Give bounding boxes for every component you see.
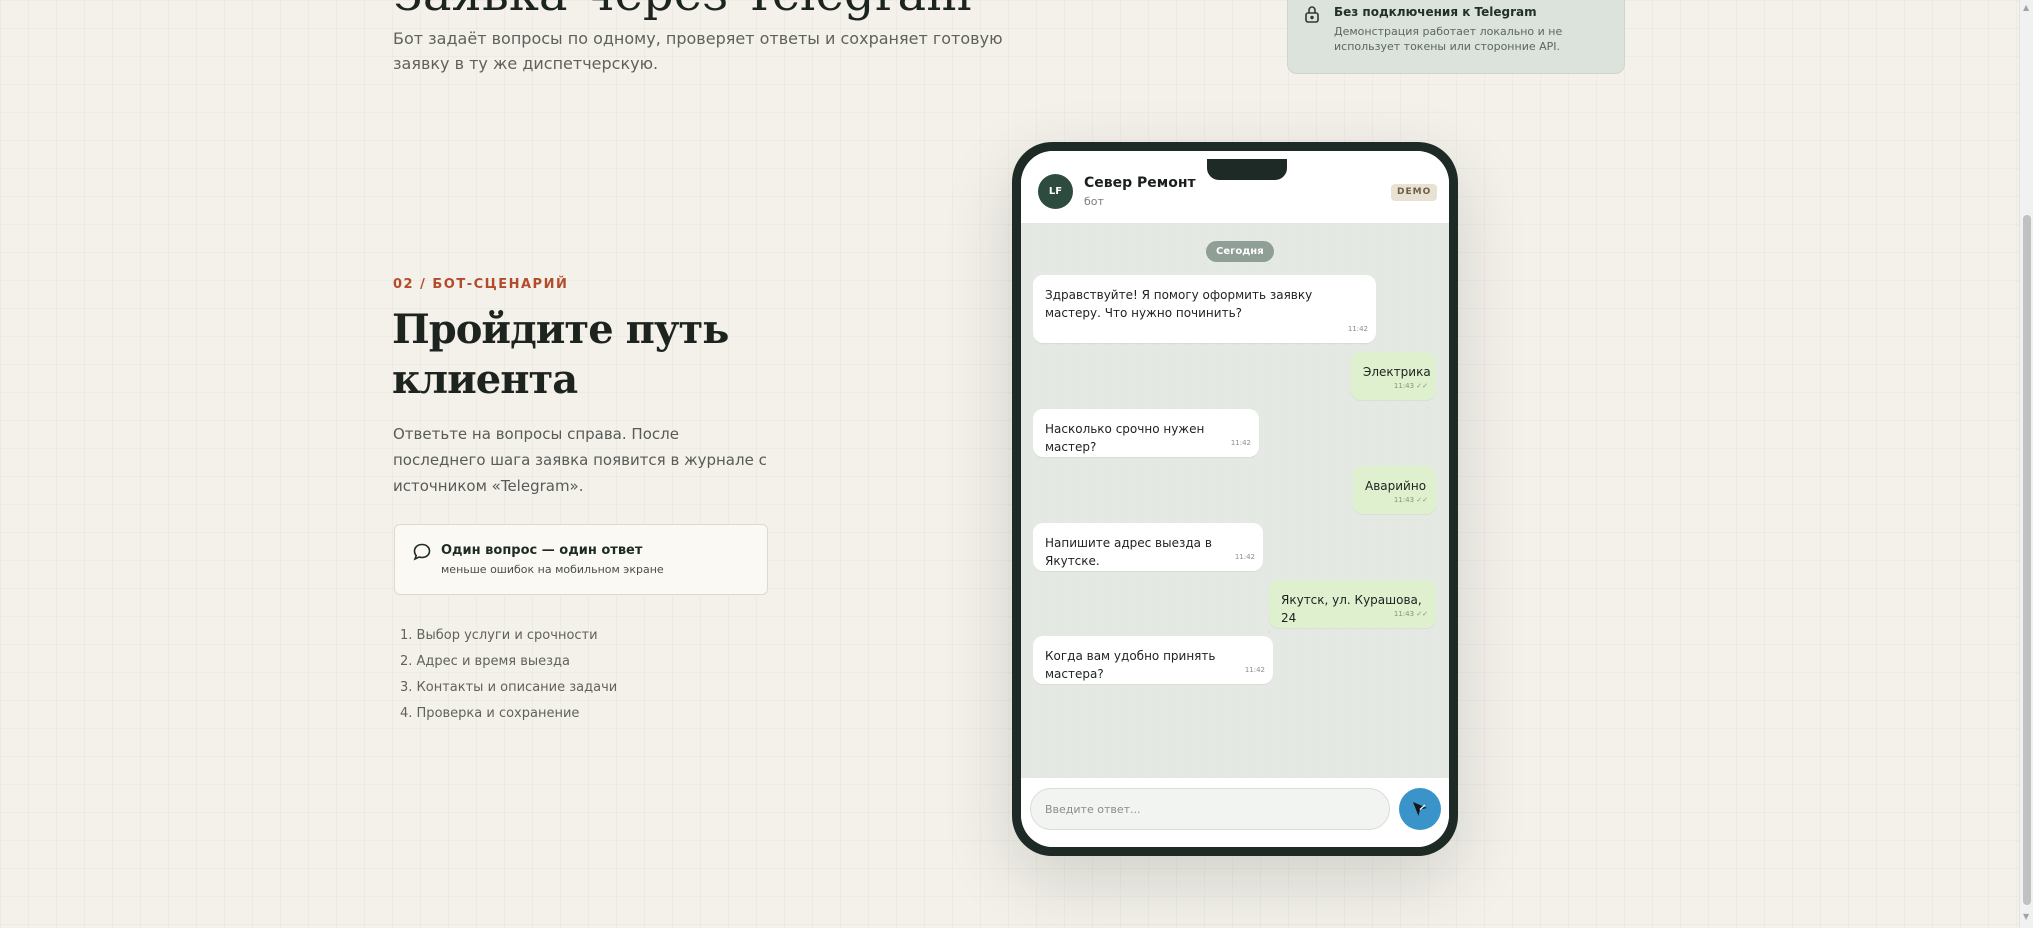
step-item: 1. Выбор услуги и срочности: [400, 628, 598, 643]
section-kicker: 02 / БОТ-СЦЕНАРИЙ: [393, 277, 569, 292]
send-icon: [1413, 802, 1427, 816]
feature-title: Один вопрос — один ответ: [441, 543, 643, 558]
message-time: 11:42: [1347, 325, 1368, 333]
chat-input-bar: [1021, 777, 1449, 847]
message-time: 11:42: [1244, 666, 1265, 674]
offline-notice-text: Демонстрация работает локально и не испо…: [1334, 25, 1563, 53]
message-text: Насколько срочно нужен мастер?: [1045, 422, 1205, 454]
message-time: 11:42: [1230, 439, 1251, 447]
scroll-down-arrow-icon[interactable]: ▼: [2023, 912, 2029, 921]
user-message: Аварийно 11:43 ✓✓: [1353, 466, 1436, 514]
user-message: Якутск, ул. Курашова, 24 11:43 ✓✓: [1269, 580, 1436, 628]
offline-notice: Без подключения к Telegram Демонстрация …: [1287, 0, 1625, 74]
message-text: Когда вам удобно принять мастера?: [1045, 649, 1216, 681]
phone-notch: [1207, 159, 1287, 180]
message-time: 11:43 ✓✓: [1393, 496, 1428, 504]
step-item: 3. Контакты и описание задачи: [400, 680, 618, 695]
page-scrollbar[interactable]: ▲ ▼: [2019, 0, 2033, 928]
bot-message: Насколько срочно нужен мастер? 11:42: [1033, 409, 1259, 457]
message-text: Здравствуйте! Я помогу оформить заявку м…: [1045, 288, 1313, 320]
day-separator: Сегодня: [1206, 241, 1274, 262]
scroll-up-arrow-icon[interactable]: ▲: [2023, 3, 2029, 12]
offline-notice-title: Без подключения к Telegram: [1334, 5, 1537, 19]
message-time: 11:42: [1234, 553, 1255, 561]
step-item: 2. Адрес и время выезда: [400, 654, 570, 669]
phone-screen: LF Север Ремонт бот DEMO Сегодня Здравст…: [1021, 151, 1449, 847]
step-item: 4. Проверка и сохранение: [400, 706, 580, 721]
lock-icon: [1305, 6, 1319, 23]
chat-name: Север Ремонт: [1084, 175, 1196, 191]
feature-card: Один вопрос — один ответ меньше ошибок н…: [394, 524, 768, 595]
message-text: Напишите адрес выезда в Якутске.: [1045, 536, 1212, 568]
send-button[interactable]: [1399, 788, 1441, 830]
message-time: 11:43 ✓✓: [1393, 382, 1428, 390]
message-time: 11:43 ✓✓: [1393, 610, 1428, 618]
bot-message: Когда вам удобно принять мастера? 11:42: [1033, 636, 1273, 684]
user-message: Электрика 11:43 ✓✓: [1351, 352, 1436, 400]
steps-list: 1. Выбор услуги и срочности 2. Адрес и в…: [400, 628, 617, 732]
feature-subtitle: меньше ошибок на мобильном экране: [441, 563, 664, 576]
chat-messages[interactable]: Сегодня Здравствуйте! Я помогу оформить …: [1021, 224, 1449, 777]
bot-message: Здравствуйте! Я помогу оформить заявку м…: [1033, 275, 1376, 343]
chat-status: бот: [1084, 195, 1104, 208]
scroll-thumb[interactable]: [2023, 215, 2031, 905]
chat-bubble-icon: [413, 543, 431, 561]
previous-section-heading: Заявка через Telegram: [393, 0, 972, 22]
bot-message: Напишите адрес выезда в Якутске. 11:42: [1033, 523, 1263, 571]
section-title: Пройдите путь клиента: [392, 306, 729, 403]
avatar: LF: [1038, 174, 1073, 209]
demo-badge: DEMO: [1391, 184, 1438, 201]
section-lead: Ответьте на вопросы справа. После послед…: [393, 425, 767, 495]
reply-input[interactable]: [1030, 788, 1390, 830]
previous-section-subtitle: Бот задаёт вопросы по одному, проверяет …: [393, 29, 1003, 73]
phone-mockup: LF Север Ремонт бот DEMO Сегодня Здравст…: [1012, 142, 1458, 856]
